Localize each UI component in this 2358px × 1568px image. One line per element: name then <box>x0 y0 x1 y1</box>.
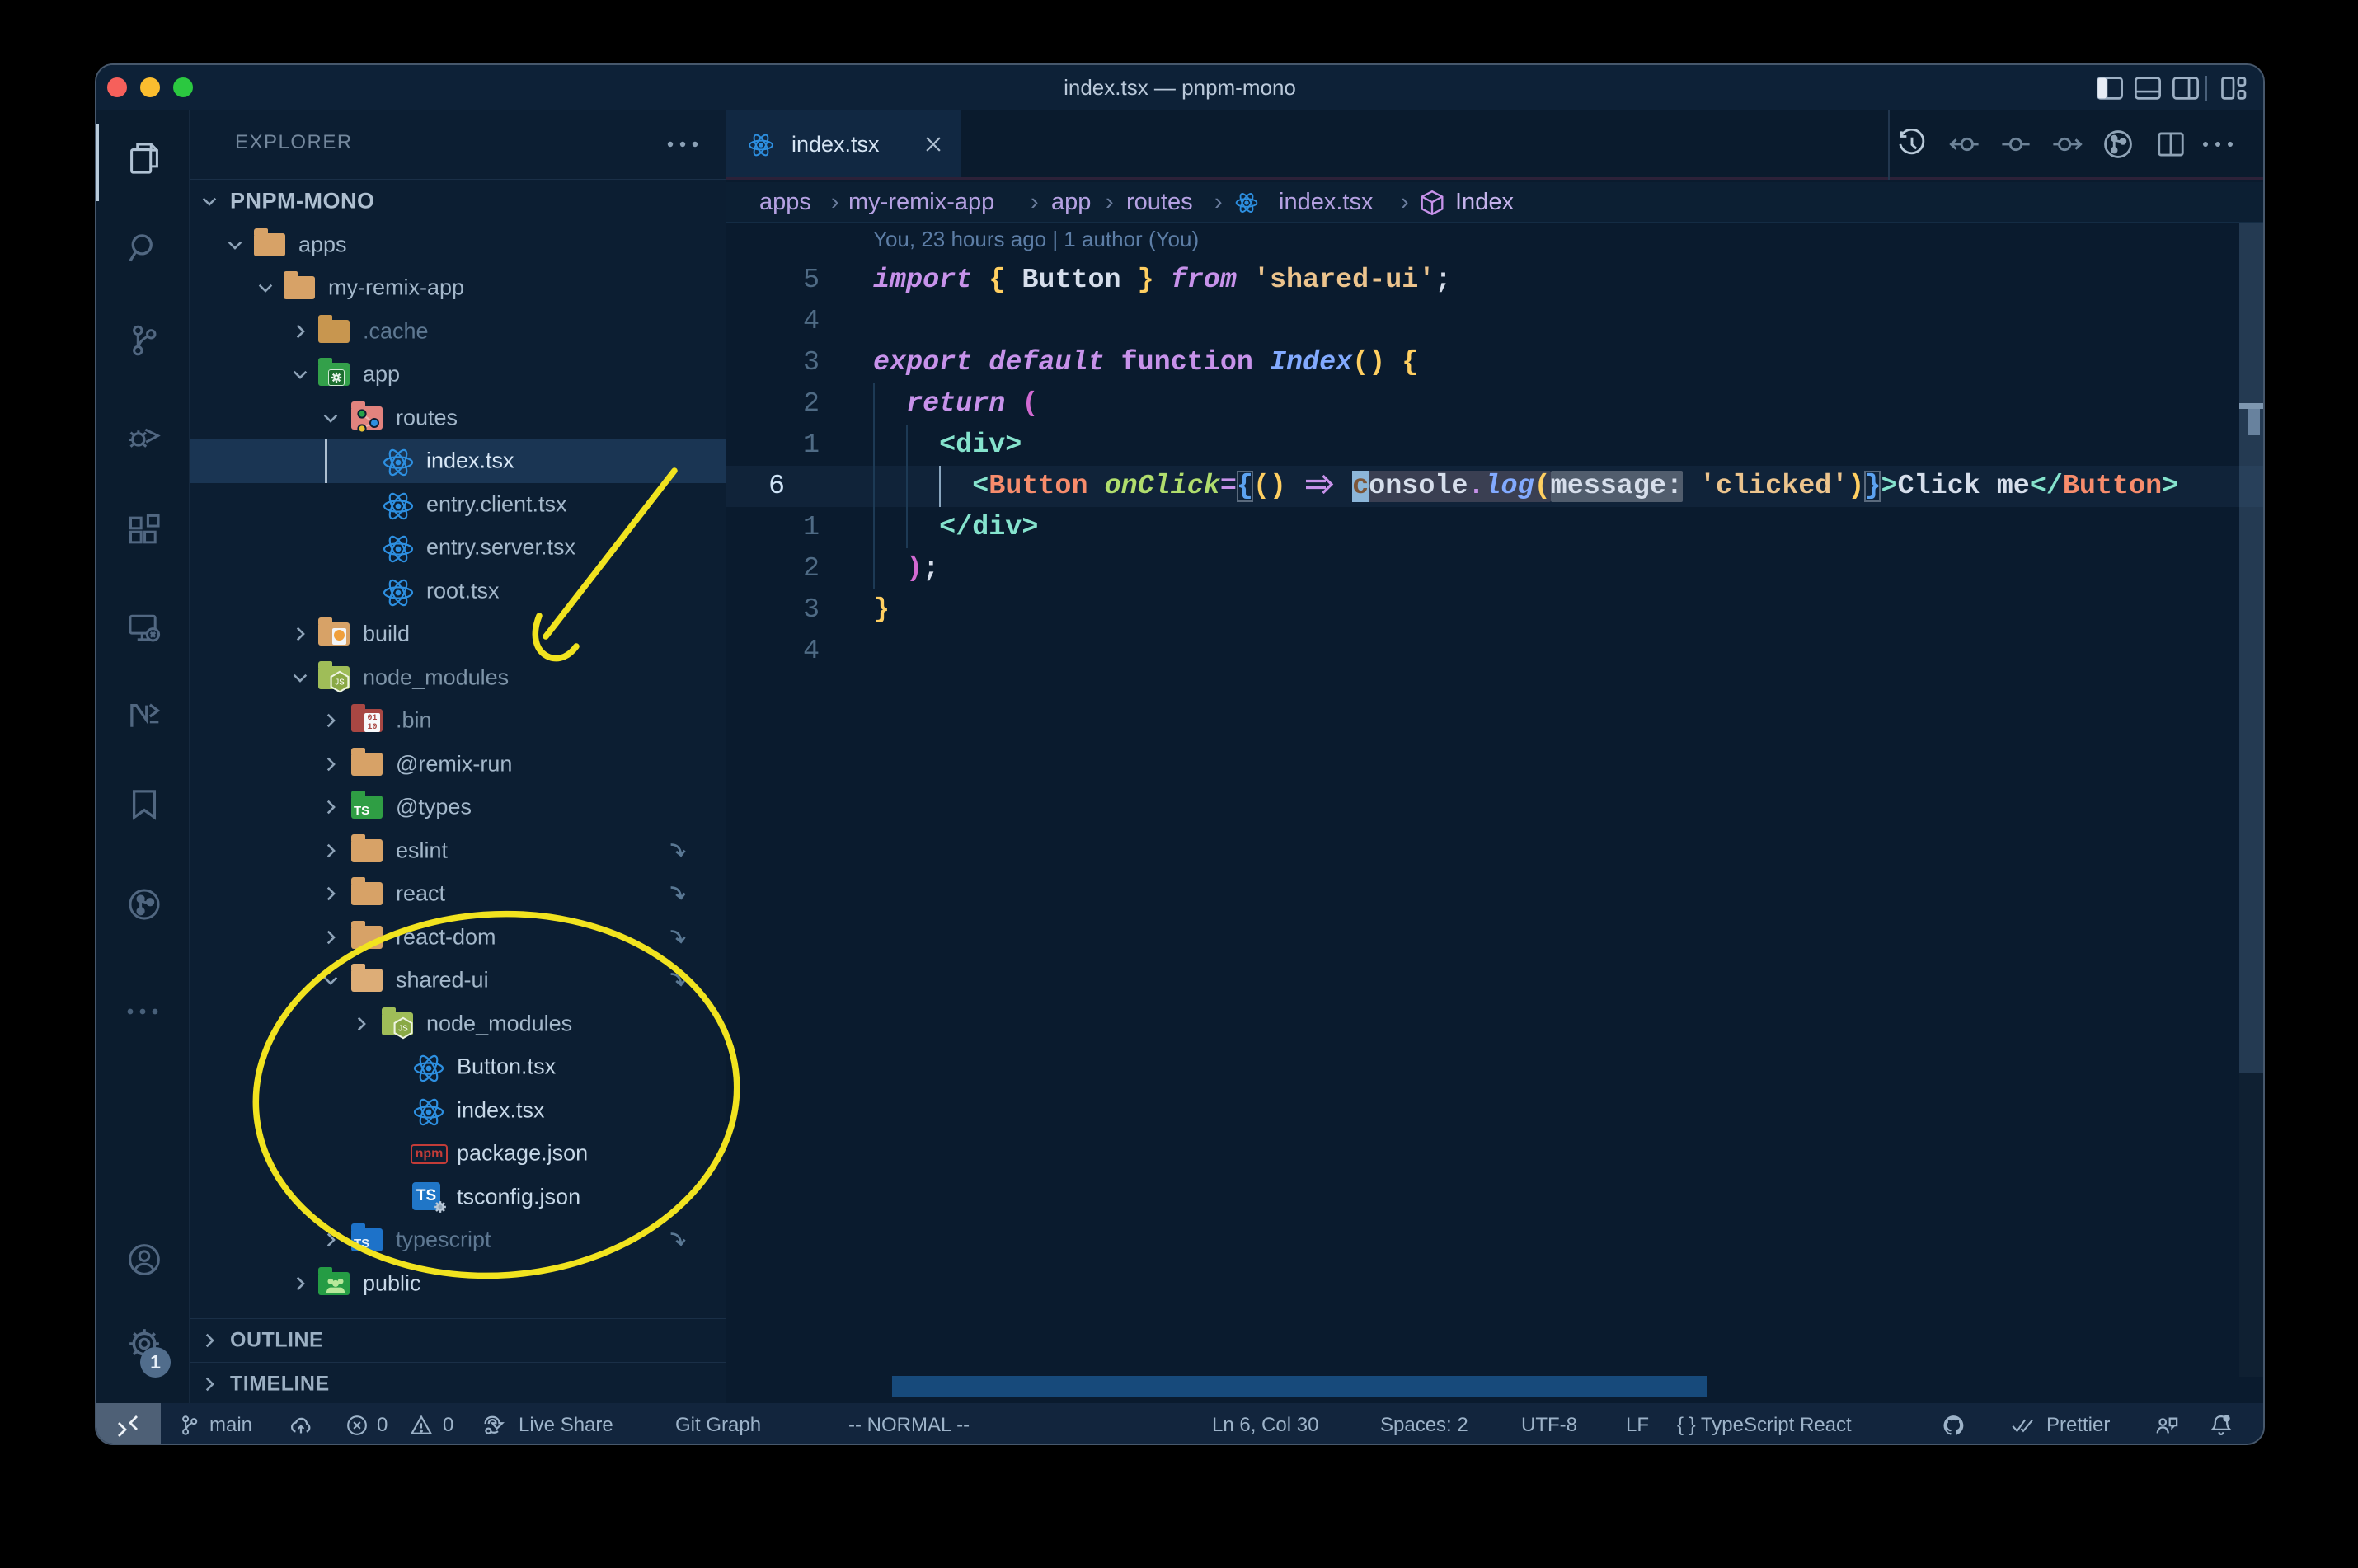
svg-text:JS: JS <box>398 1024 408 1033</box>
svg-text:JS: JS <box>335 678 345 687</box>
